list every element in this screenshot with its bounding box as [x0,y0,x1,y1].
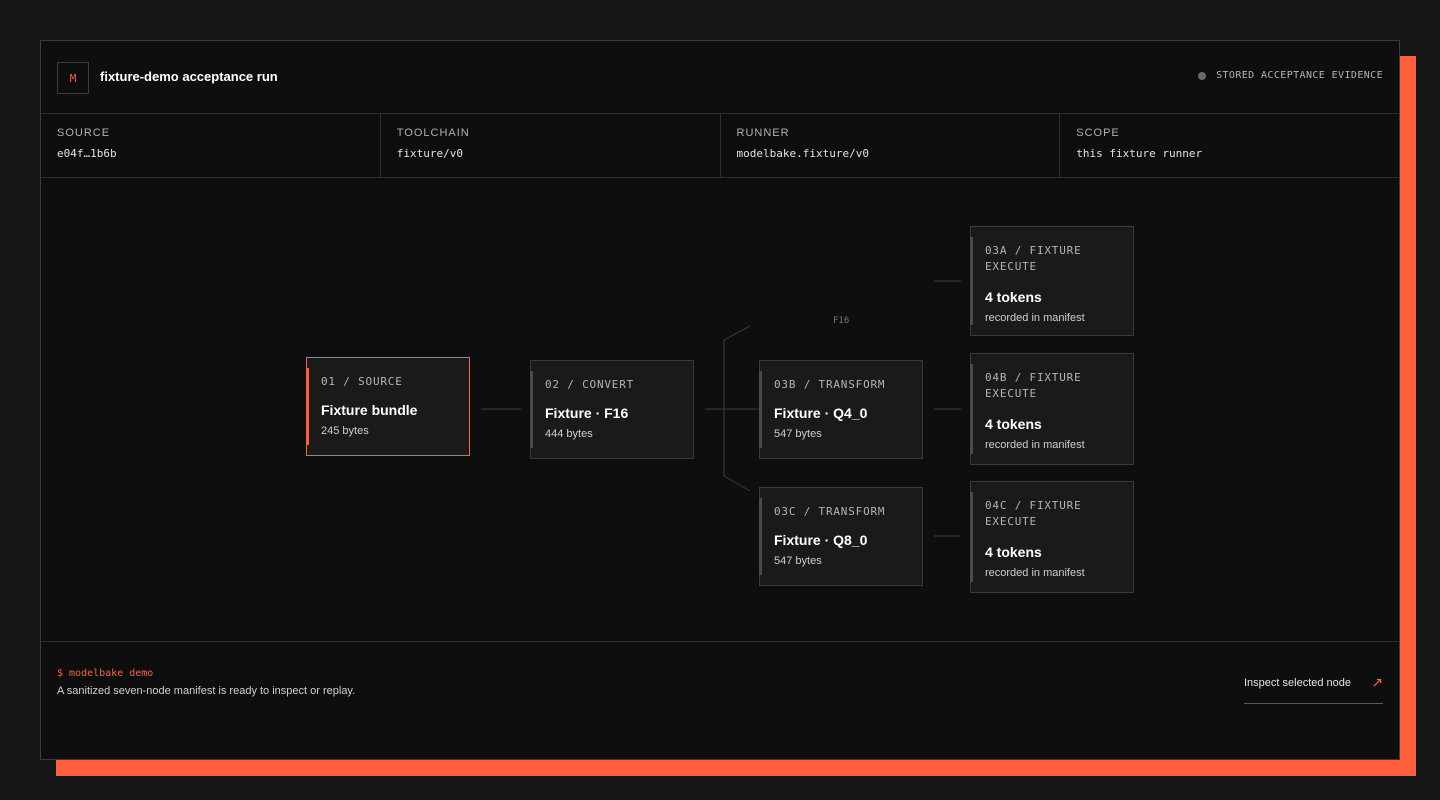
graph-edges [481,280,961,537]
arrow-up-right-icon: ↗ [1371,674,1383,690]
status-message: A sanitized seven-node manifest is ready… [57,685,356,697]
logo: M [57,62,89,94]
meta-scope: SCOPE this fixture runner [1060,113,1399,177]
node-title: 4 tokens [985,544,1042,560]
meta-toolchain: TOOLCHAIN fixture/v0 [381,113,721,177]
meta-label: TOOLCHAIN [396,127,470,139]
inspect-label: Inspect selected node [1244,677,1352,689]
node-03b-transform[interactable]: 03B / TRANSFORM Fixture · Q4_0 547 bytes [759,360,923,459]
status-text: STORED ACCEPTANCE EVIDENCE [1216,70,1383,81]
node-04b-execute[interactable]: 04B / FIXTURE EXECUTE 4 tokens recorded … [970,353,1134,465]
run-panel: M fixture-demo acceptance run STORED ACC… [40,40,1400,760]
node-label: 02 / CONVERT [545,378,635,391]
node-03a-execute[interactable]: 03A / FIXTURE EXECUTE 4 tokens recorded … [970,226,1134,336]
meta-value: fixture/v0 [396,147,463,160]
node-title: Fixture · F16 [545,405,629,421]
node-note: recorded in manifest [985,567,1085,579]
node-title: 4 tokens [985,289,1042,305]
meta-label: SOURCE [57,127,111,139]
status-indicator: STORED ACCEPTANCE EVIDENCE [1198,70,1383,81]
node-label: 04C / FIXTURE EXECUTE [985,499,1082,528]
node-01-source[interactable]: 01 / SOURCE Fixture bundle 245 bytes [306,357,470,456]
meta-runner: RUNNER modelbake.fixture/v0 [721,113,1061,177]
meta-value: e04f…1b6b [57,147,117,160]
node-04c-execute[interactable]: 04C / FIXTURE EXECUTE 4 tokens recorded … [970,481,1134,593]
edge-label: F16 [833,316,850,326]
node-size: 547 bytes [774,428,822,440]
node-label: 03A / FIXTURE EXECUTE [985,244,1082,273]
node-title: Fixture · Q8_0 [774,532,868,548]
page-title: fixture-demo acceptance run [100,69,278,84]
meta-label: SCOPE [1076,127,1120,139]
node-title: 4 tokens [985,416,1042,432]
node-title: Fixture · Q4_0 [774,405,868,421]
inspect-selected-node-link[interactable]: Inspect selected node ↗ [1244,672,1383,704]
footer: $ modelbake demo A sanitized seven-node … [41,641,1399,760]
node-label: 04B / FIXTURE EXECUTE [985,371,1082,400]
meta-source: SOURCE e04f…1b6b [41,113,381,177]
header: M fixture-demo acceptance run STORED ACC… [41,41,1399,114]
node-03c-transform[interactable]: 03C / TRANSFORM Fixture · Q8_0 547 bytes [759,487,923,586]
node-size: 444 bytes [545,428,593,440]
command-text: $ modelbake demo [57,668,154,679]
status-dot-icon [1198,71,1207,80]
meta-value: modelbake.fixture/v0 [736,147,869,160]
node-note: recorded in manifest [985,312,1085,324]
node-02-convert[interactable]: 02 / CONVERT Fixture · F16 444 bytes [530,360,694,459]
node-label: 01 / SOURCE [321,375,403,388]
node-title: Fixture bundle [321,402,418,418]
node-note: recorded in manifest [985,439,1085,451]
pipeline-graph: F16 01 / SOURCE Fixture bundle 245 bytes… [41,178,1399,641]
node-label: 03B / TRANSFORM [774,378,886,391]
metadata-bar: SOURCE e04f…1b6b TOOLCHAIN fixture/v0 RU… [41,113,1399,178]
meta-label: RUNNER [736,127,790,139]
meta-value: this fixture runner [1076,147,1203,160]
node-size: 547 bytes [774,555,822,567]
node-label: 03C / TRANSFORM [774,505,886,518]
node-size: 245 bytes [321,425,369,437]
